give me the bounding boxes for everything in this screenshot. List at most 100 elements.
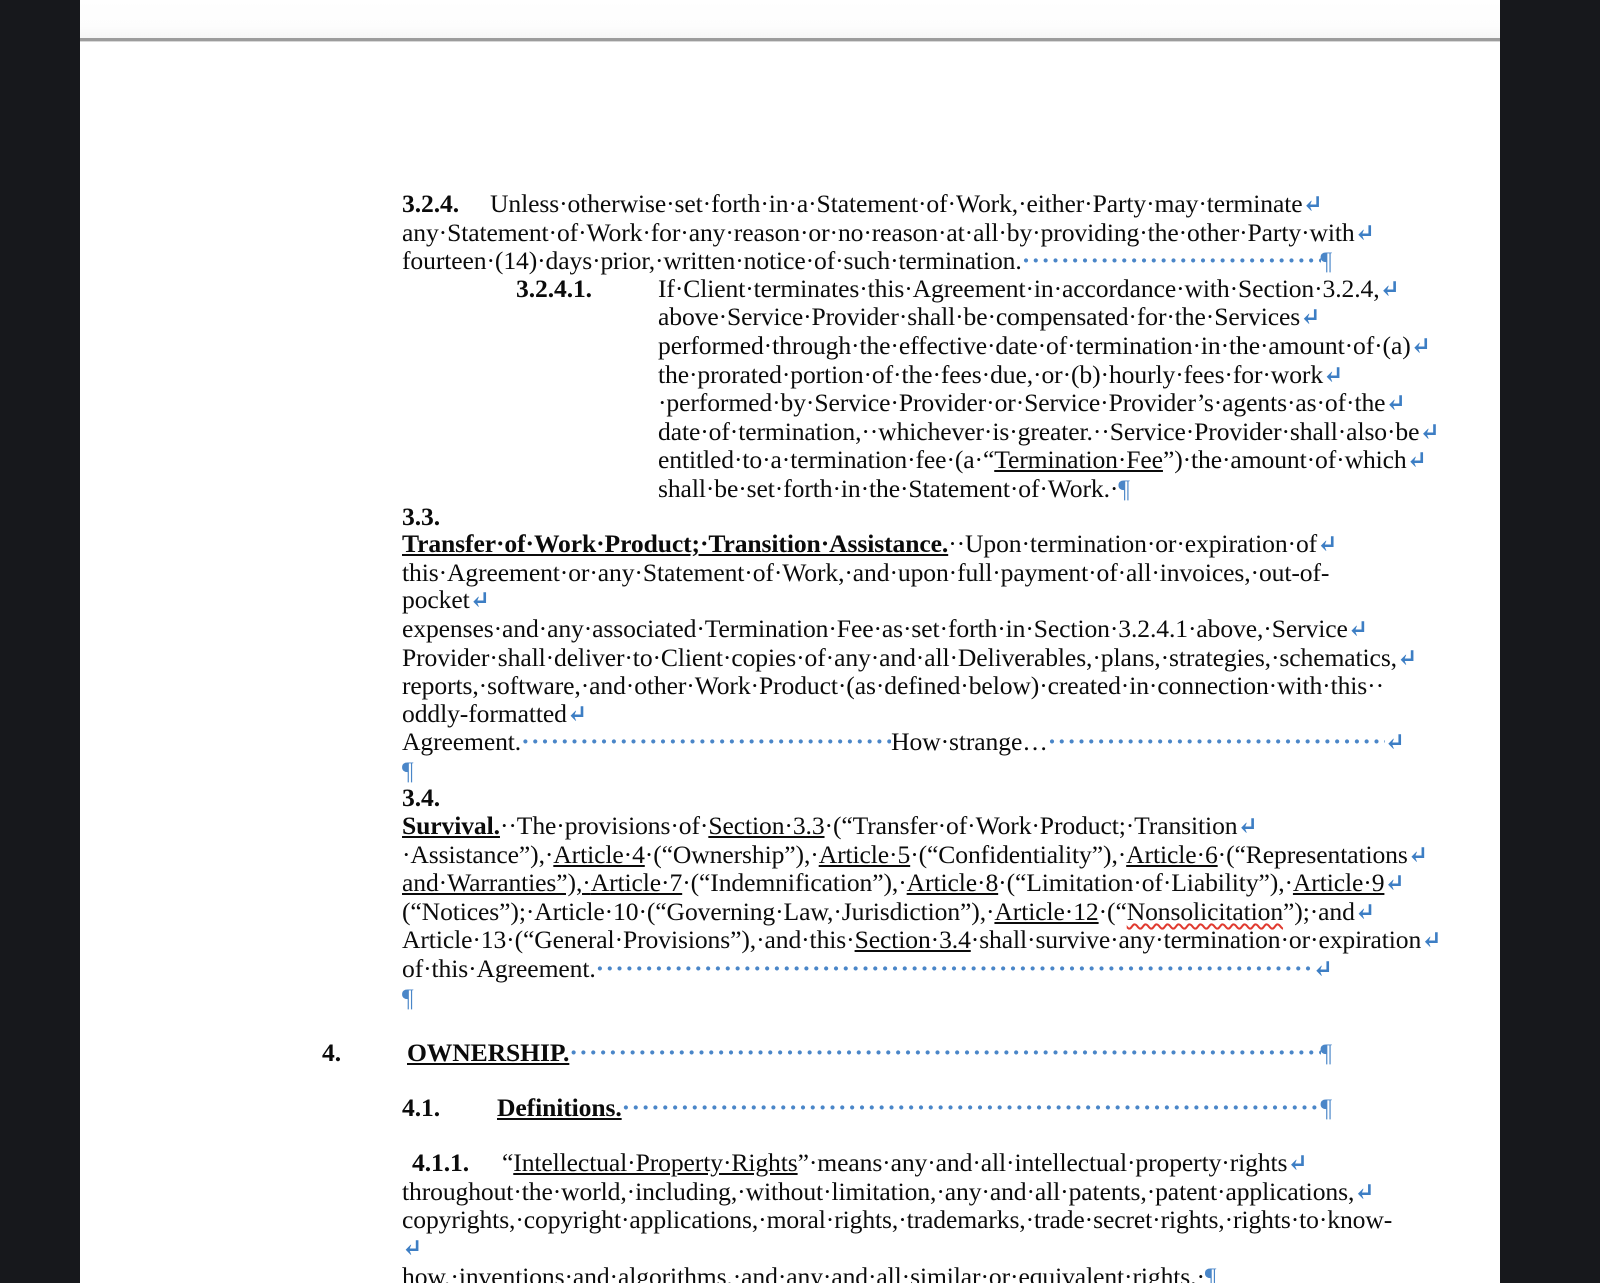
run: ··The·provisions·of· <box>499 811 709 841</box>
line-break-mark: ↵ <box>1237 813 1257 841</box>
run: ·shall·survive·any·termination·or·expira… <box>970 925 1422 955</box>
document-page[interactable]: 3.2.4. Unless·otherwise·set·forth·in·a·St… <box>80 0 1500 1283</box>
line: ·performed·by·Service·Provider·or·Servic… <box>658 388 1386 418</box>
section-3-3[interactable]: 3.3.Transfer·of·Work·Product;·Transition… <box>402 501 1417 729</box>
line-break-mark: ↵ <box>1354 1178 1374 1206</box>
section-3-3-heading: Transfer·of·Work·Product;·Transition·Ass… <box>402 529 949 559</box>
section-3-2-4-number: 3.2.4. <box>402 189 459 218</box>
run: ·(“Representations <box>1217 839 1408 869</box>
pilcrow-mark: ¶ <box>1118 473 1130 503</box>
run: (“Notices”);·Article·10·(“Governing·Law,… <box>402 896 995 926</box>
dot-leader-left: ········································… <box>521 728 892 756</box>
run: ·(“Ownership”),· <box>644 839 819 869</box>
line-break-mark: ↵ <box>566 700 587 728</box>
section-3-2-4-1[interactable]: 3.2.4.1. If·Client·terminates·this·Agree… <box>516 273 1440 503</box>
line: entitled·to·a·termination·fee·(a·“ <box>658 445 995 475</box>
xref-article-9: Article·9 <box>1292 868 1385 898</box>
line-break-mark: ↵ <box>1317 531 1337 559</box>
line-break-mark: ↵ <box>1347 615 1368 643</box>
section-4-1-1-line-2: throughout·the·world,·including,·without… <box>402 1176 1355 1206</box>
xref-article-4: Article·4 <box>553 839 645 869</box>
section-3-2-4-line-3-row[interactable]: fourteen·(14)·days·prior,·written·notice… <box>402 247 1332 275</box>
section-3-3-line-1: ··Upon·termination·or·expiration·of <box>948 529 1318 559</box>
line-break-mark: ↵ <box>1410 332 1431 360</box>
open-quote: “ <box>502 1148 514 1178</box>
section-4-1-heading: Definitions. <box>497 1093 622 1122</box>
line-break-mark: ↵ <box>1384 729 1405 757</box>
run: ·(“Indemnification”),· <box>682 868 907 898</box>
section-3-3-line-4: Provider·shall·deliver·to·Client·copies·… <box>402 642 1397 672</box>
line-break-mark: ↵ <box>1421 927 1441 955</box>
empty-paragraph[interactable]: ¶ <box>402 983 1332 1012</box>
pilcrow-mark: ¶ <box>1320 246 1333 276</box>
line: shall·be·set·forth·in·the·Statement·of·W… <box>658 473 1119 503</box>
section-3-2-4[interactable]: 3.2.4. Unless·otherwise·set·forth·in·a·St… <box>402 189 1375 247</box>
run: ”);·and <box>1283 896 1355 926</box>
xref-article-6-cont: and·Warranties”),· <box>402 868 591 898</box>
section-3-3-line-5: reports,·software,·and·other·Work·Produc… <box>402 671 1385 701</box>
line-break-mark: ↵ <box>402 1234 422 1262</box>
run: ·(“Limitation·of·Liability”),· <box>998 868 1293 898</box>
line-break-mark: ↵ <box>1312 956 1333 984</box>
line-break-mark: ↵ <box>1287 1150 1307 1178</box>
section-3-4-line-6: of·this·Agreement. <box>402 954 596 984</box>
run: ·Assistance”),· <box>402 839 554 869</box>
document-text-body[interactable]: 3.2.4. Unless·otherwise·set·forth·in·a·St… <box>322 189 1442 1283</box>
run: ·(“Confidentiality”),· <box>910 839 1127 869</box>
section-4-heading: OWNERSHIP. <box>407 1037 570 1067</box>
dot-leader: ········································… <box>595 955 1313 983</box>
xref-section-3-3: Section·3.3 <box>708 811 825 841</box>
section-3-4-last-line-row[interactable]: of·this·Agreement. ······················… <box>402 954 1333 984</box>
line: above·Service·Provider·shall·be·compensa… <box>658 302 1301 332</box>
section-4-1-definitions[interactable]: 4.1. Definitions. ·······················… <box>402 1094 1332 1122</box>
section-4-ownership[interactable]: 4. OWNERSHIP. ···························… <box>322 1039 1332 1067</box>
section-3-2-4-1-number: 3.2.4.1. <box>516 273 592 303</box>
section-4-1-1-line-4: how,·inventions·and·algorithms,·and·any·… <box>402 1261 1205 1283</box>
line: ”)·the·amount·of·which <box>1162 445 1407 475</box>
xref-article-8: Article·8 <box>906 868 999 898</box>
defined-term-termination-fee: Termination·Fee <box>994 445 1163 475</box>
section-3-3-number: 3.3. <box>402 501 440 531</box>
run: ·(“ <box>1098 896 1127 926</box>
section-4-number: 4. <box>322 1037 341 1067</box>
xref-section-3-4: Section·3.4 <box>854 925 971 955</box>
section-3-3-line-2: this·Agreement·or·any·Statement·of·Work,… <box>402 557 1330 615</box>
line: the·prorated·portion·of·the·fees·due,·or… <box>658 359 1324 389</box>
xref-article-7: Article·7 <box>590 868 683 898</box>
xref-article-5: Article·5 <box>818 839 911 869</box>
line-break-mark: ↵ <box>1302 191 1322 218</box>
pilcrow-mark: ¶ <box>1320 1093 1333 1122</box>
line-break-mark: ↵ <box>1396 644 1417 672</box>
section-4-1-number: 4.1. <box>402 1093 440 1122</box>
run: Article·13·(“General·Provisions”),·and·t… <box>402 925 855 955</box>
section-3-3-odd-line[interactable]: Agreement. ······························… <box>402 727 1405 757</box>
line-break-mark: ↵ <box>1385 390 1405 418</box>
section-4-1-heading-row: Definitions. ····························… <box>497 1094 1332 1122</box>
empty-paragraph[interactable]: ¶ <box>402 757 1332 785</box>
odd-line-interjection: How·strange… <box>891 727 1048 757</box>
section-3-2-4-line-1: Unless·otherwise·set·forth·in·a·Statemen… <box>490 189 1303 218</box>
xref-article-6: Article·6 <box>1126 839 1218 869</box>
pilcrow-mark: ¶ <box>1204 1261 1217 1283</box>
section-3-3-line-3: expenses·and·any·associated·Termination·… <box>402 613 1348 643</box>
section-4-1-1[interactable]: 4.1.1. “Intellectual·Property·Rights”·mea… <box>402 1148 1392 1283</box>
xref-article-12: Article·12 <box>994 896 1099 926</box>
line: date·of·termination,··whichever·is·great… <box>658 416 1420 446</box>
dot-leader: ········································… <box>621 1094 1321 1122</box>
line: If·Client·terminates·this·Agreement·in·a… <box>658 273 1380 303</box>
section-3-4[interactable]: 3.4.Survival.··The·provisions·of·Section… <box>402 783 1442 955</box>
line-break-mark: ↵ <box>1407 841 1428 869</box>
run: ·(“Transfer·of·Work·Product;·Transition <box>824 811 1238 841</box>
section-4-1-1-line-3: copyrights,·copyright·applications,·mora… <box>402 1205 1393 1235</box>
section-4-heading-row: OWNERSHIP. ······························… <box>407 1039 1332 1067</box>
line-break-mark: ↵ <box>1419 418 1439 446</box>
line-break-mark: ↵ <box>1323 361 1343 389</box>
section-3-2-4-line-3: fourteen·(14)·days·prior,·written·notice… <box>402 246 1022 276</box>
line-break-mark: ↵ <box>1379 275 1400 303</box>
line-break-mark: ↵ <box>469 587 490 615</box>
app-canvas: 3.2.4. Unless·otherwise·set·forth·in·a·St… <box>0 0 1600 1283</box>
section-3-4-number: 3.4. <box>402 783 440 813</box>
section-3-2-4-line-2: any·Statement·of·Work·for·any·reason·or·… <box>402 217 1355 247</box>
